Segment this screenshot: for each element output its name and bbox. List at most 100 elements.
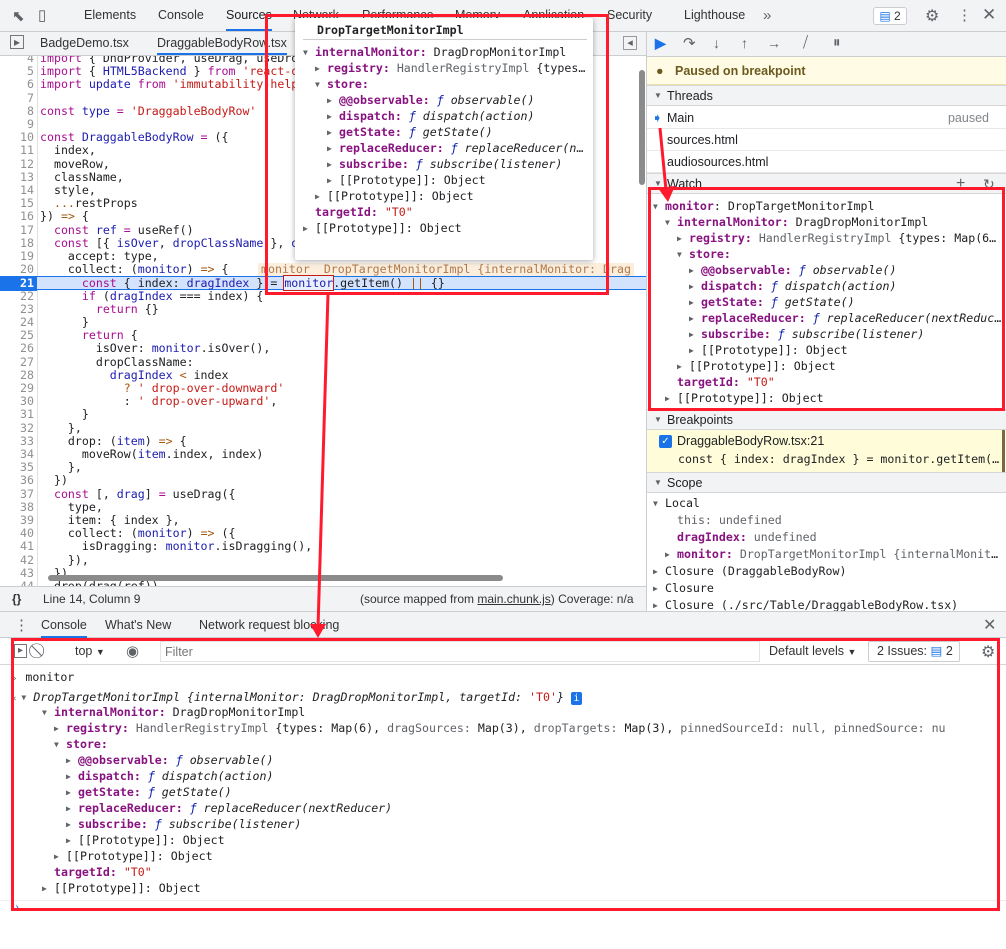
tree-row[interactable]: ▶ [[Prototype]]: Object bbox=[66, 832, 225, 848]
tab-elements[interactable]: Elements bbox=[84, 0, 136, 31]
log-levels-dropdown[interactable]: Default levels ▼ bbox=[769, 644, 856, 658]
tree-row[interactable]: ▼ internalMonitor: DragDropMonitorImpl bbox=[303, 44, 566, 60]
info-badge-icon[interactable]: i bbox=[570, 692, 582, 705]
editor-horizontal-scrollbar[interactable] bbox=[48, 575, 503, 581]
resume-icon[interactable]: ▶︎ bbox=[655, 35, 666, 52]
tab-sources[interactable]: Sources bbox=[226, 0, 272, 31]
console-output[interactable]: › monitor ‹ ▼ DropTargetMonitorImpl {intern… bbox=[0, 666, 1006, 949]
toggle-navigator-icon[interactable]: ▸ bbox=[10, 35, 24, 49]
drawer-tab-network-request-blocking[interactable]: Network request blocking bbox=[199, 612, 339, 638]
watch-section-header[interactable]: ▼ Watch + ↻ bbox=[647, 173, 1006, 194]
thread-row-main[interactable]: ➧ Main paused bbox=[647, 107, 1006, 129]
tree-row[interactable]: ▶ @@observable: ƒ observable() bbox=[327, 92, 534, 108]
line-number[interactable]: 12 bbox=[0, 157, 34, 171]
tree-row[interactable]: ▼ internalMonitor: DragDropMonitorImpl bbox=[42, 704, 305, 720]
tree-row[interactable]: ▶ registry: HandlerRegistryImpl {types: M… bbox=[677, 230, 1003, 246]
toggle-debugger-icon[interactable]: ◂ bbox=[623, 36, 637, 50]
drawer-tab-console[interactable]: Console bbox=[41, 612, 87, 638]
step-icon[interactable]: → bbox=[767, 35, 781, 51]
tree-row[interactable]: ▶ dispatch: ƒ dispatch(action) bbox=[327, 108, 534, 124]
tree-row[interactable]: ▶ replaceReducer: ƒ replaceReducer(nextRe… bbox=[689, 310, 1003, 326]
console-issues-button[interactable]: 2 Issues: ▤ 2 bbox=[868, 641, 960, 662]
tree-row[interactable]: ▶ dispatch: ƒ dispatch(action) bbox=[66, 768, 273, 784]
refresh-watch-icon[interactable]: ↻ bbox=[983, 174, 995, 194]
line-number[interactable]: 37 bbox=[0, 487, 34, 501]
tree-row[interactable]: ▼ store: bbox=[54, 736, 108, 752]
tree-row[interactable]: ▶ Closure (DraggableBodyRow) bbox=[653, 563, 846, 579]
tree-row[interactable]: ▶ @@observable: ƒ observable() bbox=[66, 752, 273, 768]
inspect-element-icon[interactable]: ⬉ bbox=[12, 7, 25, 25]
tree-row[interactable]: ▼ internalMonitor: DragDropMonitorImpl bbox=[665, 214, 928, 230]
tree-row[interactable]: ▶ subscribe: ƒ subscribe(listener) bbox=[327, 156, 562, 172]
add-watch-icon[interactable]: + bbox=[956, 174, 965, 194]
tree-row[interactable]: ▶ registry: HandlerRegistryImpl {types: M… bbox=[315, 60, 589, 76]
drawer-tab-whats-new[interactable]: What's New bbox=[105, 612, 171, 638]
issues-counter-button[interactable]: ▤ 2 bbox=[873, 7, 907, 25]
line-number[interactable]: 32 bbox=[0, 421, 34, 435]
thread-row[interactable]: sources.html bbox=[647, 129, 1006, 151]
file-tab-badgedemo[interactable]: BadgeDemo.tsx bbox=[40, 32, 129, 55]
console-result-entry[interactable]: ‹ ▼ DropTargetMonitorImpl {internalMonitor… bbox=[12, 689, 582, 705]
pretty-print-button[interactable]: {} bbox=[12, 587, 21, 611]
line-number[interactable]: 26 bbox=[0, 342, 34, 355]
live-expression-eye-icon[interactable]: ◉ bbox=[126, 642, 139, 660]
tree-row[interactable]: ▶ subscribe: ƒ subscribe(listener) bbox=[689, 326, 924, 342]
tree-row[interactable]: ▼ store: bbox=[677, 246, 731, 262]
tree-row[interactable]: ▶ Closure (./src/Table/DraggableBodyRow.t… bbox=[653, 597, 958, 612]
line-number[interactable]: 36 bbox=[0, 474, 34, 487]
tree-row[interactable]: ▶ [[Prototype]]: Object bbox=[303, 220, 462, 236]
tree-row[interactable]: ▶ [[Prototype]]: Object bbox=[54, 848, 213, 864]
line-number[interactable]: 16 bbox=[0, 210, 34, 223]
tree-row[interactable]: ▶ [[Prototype]]: Object bbox=[315, 188, 474, 204]
settings-gear-icon[interactable]: ⚙ bbox=[925, 6, 939, 26]
tree-row[interactable]: ▼ store: bbox=[315, 76, 369, 92]
step-out-icon[interactable]: ↑ bbox=[741, 35, 748, 51]
pause-on-exceptions-icon[interactable]: ⏸ bbox=[833, 34, 841, 51]
source-map-link[interactable]: main.chunk.js bbox=[477, 592, 550, 606]
tree-row[interactable]: ▶ @@observable: ƒ observable() bbox=[689, 262, 896, 278]
tree-row[interactable]: ▶ [[Prototype]]: Object bbox=[327, 172, 486, 188]
kebab-menu-icon[interactable]: ⋮ bbox=[957, 6, 972, 24]
tree-row[interactable]: ▶ [[Prototype]]: Object bbox=[689, 342, 848, 358]
console-settings-gear-icon[interactable]: ⚙ bbox=[981, 642, 995, 662]
step-over-icon[interactable]: ↷ bbox=[683, 34, 696, 52]
tree-row[interactable]: ▶ getState: ƒ getState() bbox=[327, 124, 493, 140]
console-filter-input[interactable] bbox=[160, 641, 760, 662]
tree-row[interactable]: ▶ monitor: DropTargetMonitorImpl {interna… bbox=[665, 546, 1005, 562]
tree-row[interactable]: ▶ [[Prototype]]: Object bbox=[677, 358, 836, 374]
device-toolbar-icon[interactable]: ▯ bbox=[38, 6, 46, 24]
tree-row[interactable]: ▶ subscribe: ƒ subscribe(listener) bbox=[66, 816, 301, 832]
thread-row[interactable]: audiosources.html bbox=[647, 151, 1006, 173]
line-number[interactable]: 11 bbox=[0, 144, 34, 157]
tree-row[interactable]: ▶ [[Prototype]]: Object bbox=[42, 880, 201, 896]
tree-row[interactable]: ▶ dispatch: ƒ dispatch(action) bbox=[689, 278, 896, 294]
expanded-arrow-icon[interactable]: ▼ bbox=[21, 690, 33, 705]
close-devtools-icon[interactable]: ✕ bbox=[982, 5, 996, 25]
more-tabs-button[interactable]: » bbox=[763, 0, 771, 31]
line-number[interactable]: 42 bbox=[0, 553, 34, 567]
tab-lighthouse[interactable]: Lighthouse bbox=[684, 0, 745, 31]
line-number[interactable]: 31 bbox=[0, 408, 34, 421]
deactivate-breakpoints-icon[interactable]: ⧸ bbox=[803, 34, 808, 51]
line-number[interactable]: 27 bbox=[0, 355, 34, 369]
context-selector[interactable]: top ▼ bbox=[75, 644, 105, 658]
file-tab-draggablebodyrow[interactable]: DraggableBodyRow.tsx bbox=[157, 32, 287, 55]
tree-row[interactable]: ▶ getState: ƒ getState() bbox=[66, 784, 232, 800]
console-prompt-icon[interactable]: › bbox=[14, 902, 20, 913]
tree-row[interactable]: ▼ Local bbox=[653, 495, 700, 511]
step-into-icon[interactable]: ↓ bbox=[713, 35, 720, 51]
tree-row[interactable]: ▶ [[Prototype]]: Object bbox=[665, 390, 824, 406]
tab-security[interactable]: Security bbox=[607, 0, 652, 31]
tree-row[interactable]: ▶ registry: HandlerRegistryImpl {types: M… bbox=[54, 720, 946, 736]
drawer-menu-icon[interactable]: ⋮ bbox=[14, 616, 29, 634]
breakpoint-checkbox[interactable]: ✓ bbox=[659, 435, 672, 448]
tree-row[interactable]: ▶ getState: ƒ getState() bbox=[689, 294, 855, 310]
scope-section-header[interactable]: ▼ Scope bbox=[647, 472, 1006, 493]
line-number[interactable]: 6 bbox=[0, 78, 34, 91]
tree-row[interactable]: ▶ Closure bbox=[653, 580, 714, 596]
breakpoints-section-header[interactable]: ▼ Breakpoints bbox=[647, 409, 1006, 430]
threads-section-header[interactable]: ▼ Threads bbox=[647, 85, 1006, 106]
watch-root-row[interactable]: ▼ monitor: DropTargetMonitorImpl bbox=[653, 198, 874, 214]
tree-row[interactable]: ▶ replaceReducer: ƒ replaceReducer(nextRe… bbox=[66, 800, 392, 816]
close-drawer-icon[interactable]: ✕ bbox=[983, 615, 996, 635]
